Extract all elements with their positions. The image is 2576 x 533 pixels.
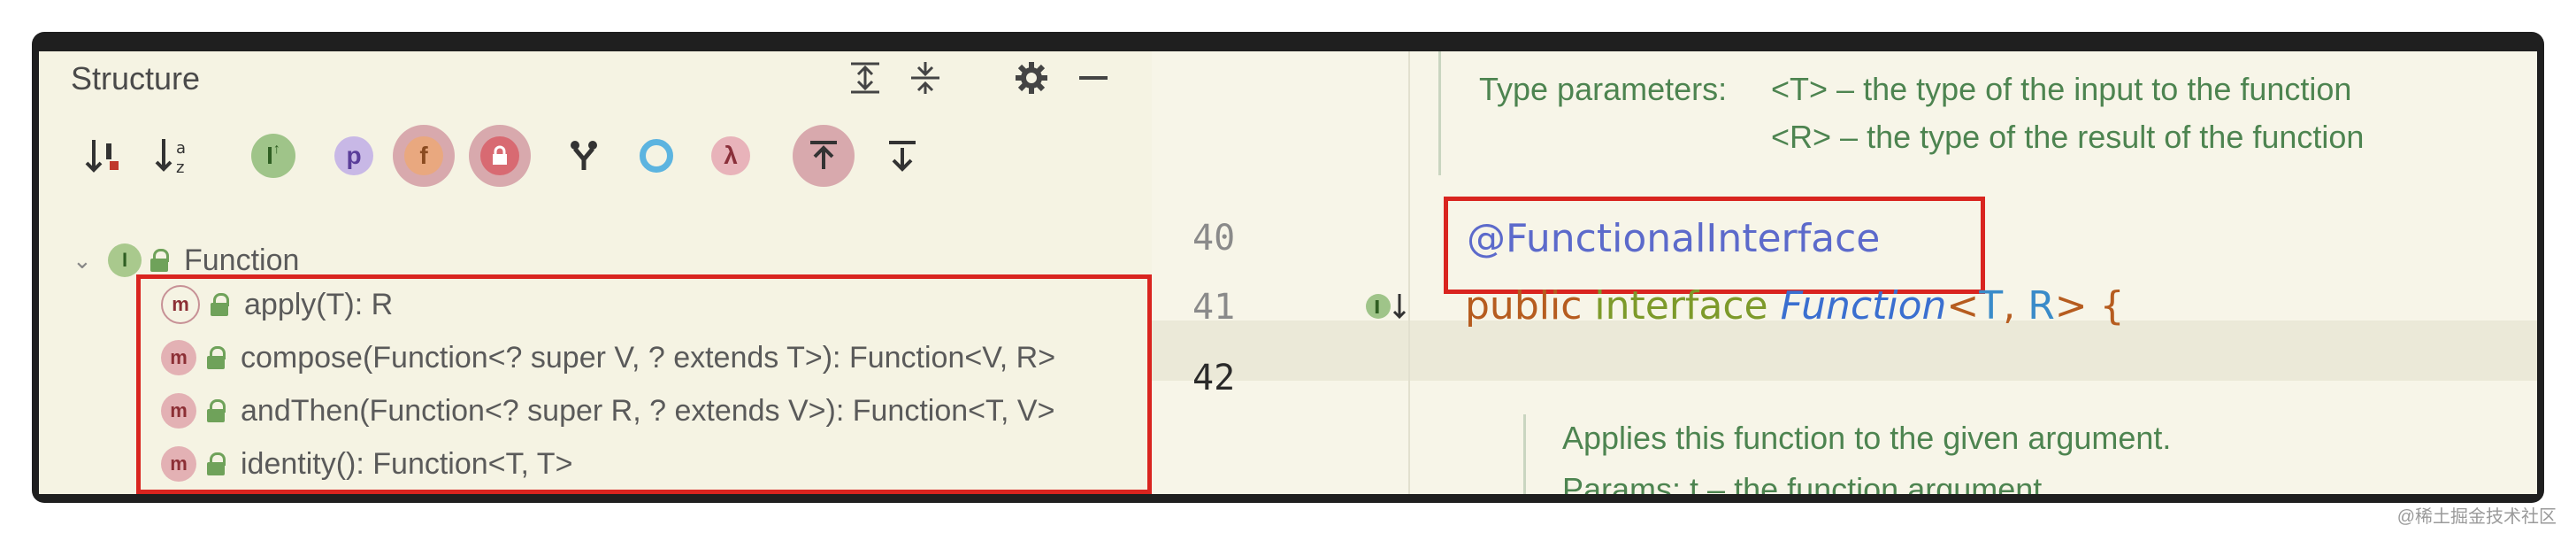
highlight-box-annotation <box>1444 197 1985 294</box>
show-inherited-icon[interactable]: I ↑ <box>242 129 304 182</box>
keyword-interface: interface <box>1594 283 1768 328</box>
autoscroll-from-source-icon[interactable] <box>876 129 929 182</box>
doc-description: Applies this function to the given argum… <box>1562 420 2172 456</box>
implemented-icon[interactable]: I <box>1364 287 1410 330</box>
line-number: 40 <box>1192 218 1236 259</box>
doc-type-param-t: <T> – the type of the input to the funct… <box>1771 71 2352 107</box>
line-number: 41 <box>1192 287 1236 328</box>
highlight-box-methods <box>136 274 1152 494</box>
doc-params: Params: t – the function argument <box>1562 471 2043 494</box>
ide-window: Structure az I ↑ p f λ ⌄ I Function m ap… <box>39 51 2537 494</box>
code-editor[interactable]: Type parameters: <T> – the type of the i… <box>1152 51 2537 494</box>
gutter-separator <box>1408 51 1410 494</box>
code-line-41: public interface Function<T, R> { <box>1465 283 2125 328</box>
current-line-highlight <box>1152 321 2537 381</box>
collapse-all-icon[interactable] <box>906 58 945 106</box>
doc-type-param-r: <R> – the type of the result of the func… <box>1771 119 2365 155</box>
interface-name: Function <box>1780 283 1947 328</box>
doc-comment-bar <box>1523 414 1526 494</box>
doc-type-params-label: Type parameters: <box>1479 71 1728 107</box>
sort-visibility-icon[interactable] <box>80 129 129 182</box>
type-param-r: R <box>2028 283 2055 328</box>
panel-title: Structure <box>71 60 201 97</box>
svg-text:a: a <box>176 139 186 158</box>
show-properties-icon[interactable]: p <box>327 129 380 182</box>
window-frame: Structure az I ↑ p f λ ⌄ I Function m ap… <box>32 32 2544 503</box>
svg-text:z: z <box>176 158 184 177</box>
keyword-public: public <box>1465 283 1583 328</box>
structure-panel: Structure az I ↑ p f λ ⌄ I Function m ap… <box>39 51 1154 494</box>
gear-icon[interactable] <box>1012 58 1051 106</box>
comma: , <box>2003 283 2016 328</box>
show-anonymous-icon[interactable] <box>559 129 609 182</box>
line-number: 42 <box>1192 358 1236 398</box>
svg-text:I: I <box>1374 297 1380 318</box>
show-members-icon[interactable] <box>632 129 681 182</box>
doc-comment-bar <box>1438 51 1441 175</box>
show-non-public-icon[interactable] <box>469 125 531 187</box>
interface-icon: I <box>108 243 142 277</box>
type-param-t: T <box>1979 283 2004 328</box>
angle-close: > <box>2054 283 2088 328</box>
minimize-icon[interactable] <box>1074 58 1113 106</box>
expand-all-icon[interactable] <box>846 58 885 106</box>
sort-alpha-icon[interactable]: az <box>150 129 200 182</box>
show-lambdas-icon[interactable]: λ <box>704 129 757 182</box>
watermark: @稀土掘金技术社区 <box>2396 507 2557 527</box>
autoscroll-to-source-icon[interactable] <box>793 125 855 187</box>
lock-icon <box>150 249 169 272</box>
chevron-down-icon[interactable]: ⌄ <box>73 247 108 274</box>
open-brace: { <box>2099 283 2125 328</box>
node-label: Function <box>184 243 300 277</box>
show-fields-icon[interactable]: f <box>393 125 455 187</box>
angle-open: < <box>1946 283 1980 328</box>
